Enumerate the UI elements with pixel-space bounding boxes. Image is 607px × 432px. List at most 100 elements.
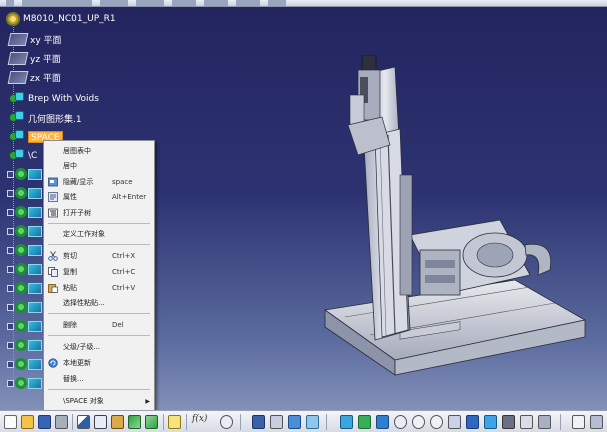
menu-item-cut[interactable]: 剪切 Ctrl+X: [44, 249, 154, 263]
apply-material-icon[interactable]: [590, 415, 603, 429]
rotate-view-icon[interactable]: [394, 415, 407, 429]
menu-item-paste-special[interactable]: 选择性粘贴...: [44, 296, 154, 310]
tree-item-label: zx 平面: [30, 73, 61, 84]
cut-icon[interactable]: [77, 415, 90, 429]
undo-icon[interactable]: [128, 415, 141, 429]
tree-node[interactable]: [7, 261, 47, 277]
product-node-icon: [9, 130, 25, 144]
product-node-icon: [9, 149, 25, 163]
save-icon[interactable]: [38, 415, 51, 429]
context-menu: 居图表中 居中 隐藏/显示 space 属性 Alt+Enter 打开子树 定义…: [43, 140, 155, 411]
tree-item-zx-plane[interactable]: zx 平面: [7, 69, 61, 85]
tree-item-label: yz 平面: [30, 54, 61, 65]
tree-node[interactable]: [7, 299, 47, 315]
tree-item-geometry-set[interactable]: 几何图形集.1: [9, 110, 82, 126]
tree-node[interactable]: [7, 318, 47, 334]
title-bar: [0, 0, 607, 7]
menu-item-space-object[interactable]: \SPACE 对象 ▶: [44, 394, 154, 408]
menu-item-label: 剪切: [63, 252, 77, 260]
tree-item-label: xy 平面: [30, 35, 62, 46]
iso-view-icon[interactable]: [340, 415, 353, 429]
swap-space-icon[interactable]: [538, 415, 551, 429]
hide-show-icon[interactable]: [520, 415, 533, 429]
menu-item-replace[interactable]: 替换...: [44, 372, 154, 386]
properties-icon: [48, 192, 58, 202]
menu-item-properties[interactable]: 属性 Alt+Enter: [44, 190, 154, 204]
rotate-icon[interactable]: [306, 415, 319, 429]
tree-item-xy-plane[interactable]: xy 平面: [7, 31, 62, 47]
tree-item-partial[interactable]: \C: [9, 148, 37, 164]
menu-item-hide-show[interactable]: 隐藏/显示 space: [44, 175, 154, 189]
pan-icon[interactable]: [288, 415, 301, 429]
tree-root[interactable]: M8010_NC01_UP_R1: [6, 11, 116, 27]
toolbar-separator: [326, 414, 327, 430]
product-node-icon: [15, 244, 27, 256]
tree-node[interactable]: [7, 242, 47, 258]
toolbar-separator: [163, 414, 164, 430]
comment-icon[interactable]: [220, 415, 233, 429]
3d-model-viewport[interactable]: [300, 55, 600, 380]
menu-item-label: 删除: [63, 321, 77, 329]
product-node-icon: [15, 168, 27, 180]
product-node-icon: [15, 377, 27, 389]
redo-icon[interactable]: [145, 415, 158, 429]
product-node-icon: [9, 92, 25, 106]
product-node-icon: [15, 320, 27, 332]
multi-view-icon[interactable]: [466, 415, 479, 429]
tree-node[interactable]: [7, 356, 47, 372]
menu-item-center[interactable]: 居中: [44, 159, 154, 173]
toolbar-separator: [560, 414, 561, 430]
menu-item-delete[interactable]: 删除 Del: [44, 318, 154, 332]
menu-item-center-graph[interactable]: 居图表中: [44, 144, 154, 158]
fit-all-icon[interactable]: [358, 415, 371, 429]
menu-separator: [48, 313, 150, 314]
tree-node[interactable]: [7, 375, 47, 391]
tree-node[interactable]: [7, 166, 47, 182]
menu-item-shortcut: Alt+Enter: [112, 193, 147, 201]
plane-icon: [7, 32, 29, 46]
copy-icon[interactable]: [94, 415, 107, 429]
plane-icon: [7, 51, 29, 65]
product-node-icon: [15, 225, 27, 237]
paste-icon[interactable]: [111, 415, 124, 429]
tree-item-brep[interactable]: Brep With Voids: [9, 91, 99, 107]
normal-view-icon[interactable]: [448, 415, 461, 429]
menu-item-shortcut: space: [112, 178, 133, 186]
menu-item-label: 选择性粘贴...: [63, 299, 105, 307]
formula-icon[interactable]: f(x): [192, 414, 207, 424]
catalog-icon[interactable]: [252, 415, 265, 429]
menu-item-label: 替换...: [63, 375, 84, 383]
menu-item-open-subtree[interactable]: 打开子树: [44, 206, 154, 220]
quick-view-icon[interactable]: [484, 415, 497, 429]
menu-item-paste[interactable]: 粘贴 Ctrl+V: [44, 281, 154, 295]
tree-node[interactable]: [7, 223, 47, 239]
measure-icon[interactable]: [572, 415, 585, 429]
product-node-icon: [15, 282, 27, 294]
print-icon[interactable]: [55, 415, 68, 429]
paste-icon: [48, 284, 58, 293]
menu-item-define-work-object[interactable]: 定义工作对象: [44, 227, 154, 241]
copy-icon: [48, 267, 58, 277]
shading-icon[interactable]: [502, 415, 515, 429]
sketch-icon[interactable]: [270, 415, 283, 429]
tree-node[interactable]: [7, 337, 47, 353]
menu-separator: [48, 389, 150, 390]
tree-node[interactable]: [7, 204, 47, 220]
pan-arrows-icon[interactable]: [376, 415, 389, 429]
tree-node[interactable]: [7, 185, 47, 201]
tree-node[interactable]: [7, 280, 47, 296]
new-icon[interactable]: [4, 415, 17, 429]
zoom-in-icon[interactable]: [412, 415, 425, 429]
zoom-out-icon[interactable]: [430, 415, 443, 429]
menu-item-copy[interactable]: 复制 Ctrl+C: [44, 265, 154, 279]
toolbar-separator: [240, 414, 241, 430]
what-is-this-icon[interactable]: [168, 415, 181, 429]
tree-item-yz-plane[interactable]: yz 平面: [7, 50, 61, 66]
menu-item-label: 属性: [63, 193, 77, 201]
menu-item-parents-children[interactable]: 父级/子级...: [44, 340, 154, 354]
menu-item-label: 父级/子级...: [63, 343, 101, 351]
menu-item-local-update[interactable]: 本地更新: [44, 356, 154, 370]
open-icon[interactable]: [21, 415, 34, 429]
submenu-arrow-icon: ▶: [145, 397, 150, 405]
bottom-toolbar: f(x): [0, 410, 607, 432]
